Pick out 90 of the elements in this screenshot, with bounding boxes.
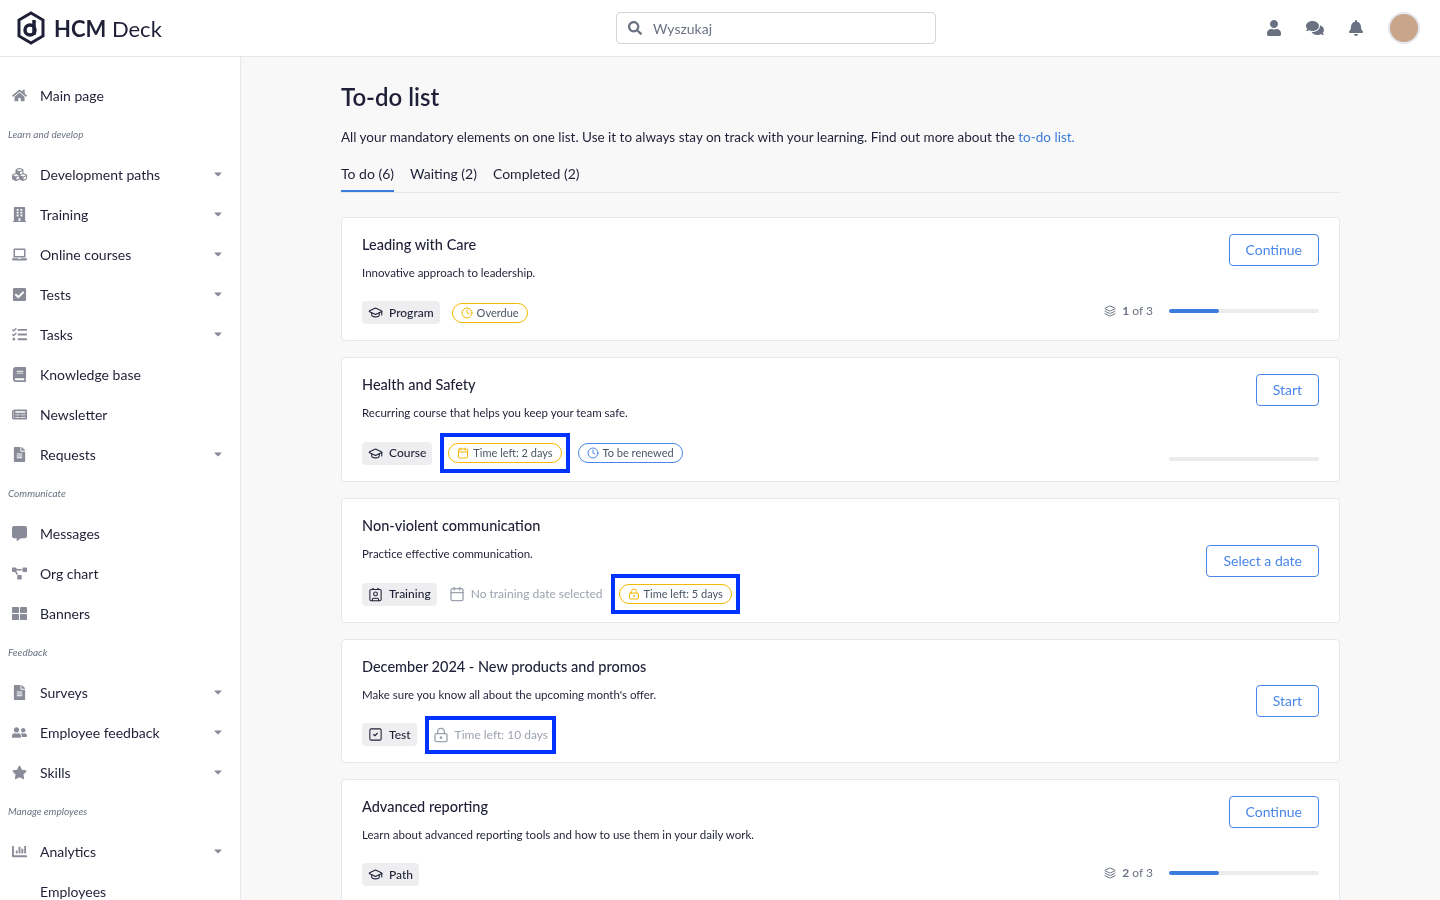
section-label: Feedback xyxy=(7,645,49,660)
card-description: Make sure you know all about the upcoming month's offer. xyxy=(362,687,657,703)
layers-icon xyxy=(1104,305,1117,318)
nav-item[interactable]: Employees xyxy=(0,871,240,900)
section-label: Learn and develop xyxy=(7,127,85,142)
nav-icon xyxy=(12,843,27,859)
chat-icon[interactable] xyxy=(1306,19,1324,37)
nav-item[interactable]: Knowledge base xyxy=(0,354,240,394)
nav-icon xyxy=(12,246,27,262)
status-badge: To be renewed xyxy=(577,443,683,464)
card-title: December 2024 - New products and promos xyxy=(362,657,648,678)
status-badge: Overdue xyxy=(451,302,528,323)
status-label: Time left: 10 days xyxy=(432,725,548,744)
card-description: Practice effective communication. xyxy=(362,546,534,562)
nav-item[interactable]: Skills xyxy=(0,752,240,792)
card-title: Non-violent communication xyxy=(362,516,542,537)
clock-icon xyxy=(460,306,473,319)
card-description: Innovative approach to leadership. xyxy=(362,265,536,281)
nav-icon xyxy=(12,605,27,621)
page-intro: All your mandatory elements on one list. Use it to always stay on track with your learning. Find out more about the to-do list. xyxy=(341,128,1076,147)
type-tag: Training xyxy=(362,582,437,606)
nav-icon xyxy=(12,366,27,382)
calendar-icon xyxy=(448,586,465,603)
status-label: No training date selected xyxy=(448,585,603,604)
progress-count: 1 of 3 xyxy=(1122,302,1153,321)
nav-icon xyxy=(12,286,27,302)
nav-item[interactable]: Surveys xyxy=(0,672,240,712)
action-button[interactable]: Start xyxy=(1255,685,1319,718)
nav-item[interactable]: Online courses xyxy=(0,234,240,274)
type-icon xyxy=(368,727,383,743)
card-description: Recurring course that helps you keep your team safe. xyxy=(362,405,629,421)
calendar-icon xyxy=(457,447,470,460)
tab[interactable]: To do (6) xyxy=(341,163,395,193)
clock-icon xyxy=(586,447,599,460)
nav-icon xyxy=(12,724,27,740)
nav-item[interactable]: Analytics xyxy=(0,831,240,871)
lock-icon xyxy=(627,588,640,601)
type-tag: Course xyxy=(362,441,433,465)
nav-item[interactable]: Employee feedback xyxy=(0,712,240,752)
page-title: To-do list xyxy=(341,81,441,113)
nav-icon xyxy=(12,565,27,581)
card-title: Leading with Care xyxy=(362,235,478,256)
type-icon xyxy=(368,445,383,461)
nav-icon xyxy=(12,87,27,103)
action-button[interactable]: Continue xyxy=(1228,234,1319,267)
nav-item[interactable]: Messages xyxy=(0,513,240,553)
tab[interactable]: Completed (2) xyxy=(492,163,580,193)
section-label: Communicate xyxy=(7,486,67,501)
layers-icon xyxy=(1104,867,1117,880)
lock-icon xyxy=(432,726,449,743)
search-field[interactable]: Wyszukaj xyxy=(616,12,936,44)
type-icon xyxy=(368,305,383,321)
nav-icon xyxy=(12,764,27,780)
type-tag: Test xyxy=(362,723,417,747)
section-label: Manage employees xyxy=(7,804,89,819)
type-tag: Path xyxy=(362,863,420,887)
action-button[interactable]: Start xyxy=(1255,374,1319,407)
card-title: Health and Safety xyxy=(362,375,477,396)
nav-icon xyxy=(12,166,27,182)
nav-icon xyxy=(12,684,27,700)
card-description: Learn about advanced reporting tools and how to use them in your daily work. xyxy=(362,827,754,843)
nav-item[interactable]: Banners xyxy=(0,593,240,633)
type-icon xyxy=(368,867,383,883)
nav-item[interactable]: Main page xyxy=(0,75,240,115)
nav-item[interactable]: Newsletter xyxy=(0,394,240,434)
logo-text: HCM Deck xyxy=(54,13,162,44)
nav-item[interactable]: Development paths xyxy=(0,154,240,194)
type-tag: Program xyxy=(362,301,440,325)
nav-item[interactable]: Tasks xyxy=(0,314,240,354)
nav-icon xyxy=(12,525,27,541)
nav-item[interactable]: Tests xyxy=(0,274,240,314)
type-icon xyxy=(368,586,383,602)
search-icon xyxy=(628,21,642,35)
nav-item[interactable]: Org chart xyxy=(0,553,240,593)
nav-icon xyxy=(12,446,27,462)
todo-link[interactable]: to-do list. xyxy=(1018,129,1075,145)
progress-count: 2 of 3 xyxy=(1122,864,1153,883)
profile-icon[interactable] xyxy=(1266,20,1282,36)
action-button[interactable]: Select a date xyxy=(1206,544,1319,577)
action-button[interactable]: Continue xyxy=(1228,796,1319,829)
notifications-icon[interactable] xyxy=(1348,20,1364,36)
nav-icon xyxy=(12,206,27,222)
nav-item[interactable]: Requests xyxy=(0,434,240,474)
tab[interactable]: Waiting (2) xyxy=(410,163,477,193)
card-title: Advanced reporting xyxy=(362,797,490,818)
status-badge: Time left: 5 days xyxy=(618,584,732,605)
nav-icon xyxy=(12,326,27,342)
status-badge: Time left: 2 days xyxy=(448,443,562,464)
logo-icon xyxy=(16,11,46,45)
nav-item[interactable]: Training xyxy=(0,194,240,234)
